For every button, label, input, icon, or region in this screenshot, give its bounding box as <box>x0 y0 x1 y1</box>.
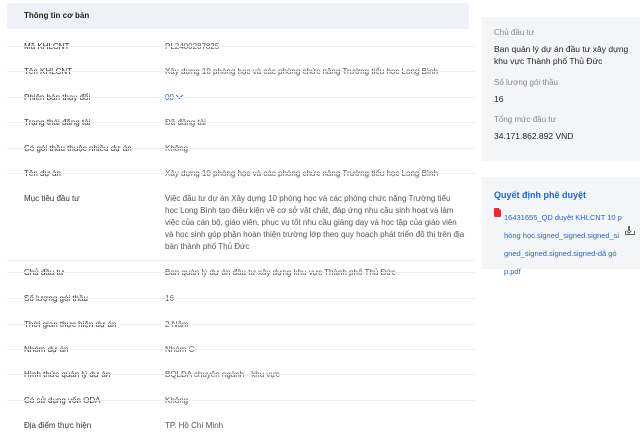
field-value: 2 Năm <box>165 320 189 329</box>
basic-info-panel: Thông tin cơ bản Mã KHLCNT PL2400287825 … <box>7 3 475 437</box>
field-value: Đã đăng tải <box>165 118 206 127</box>
section-title: Thông tin cơ bản <box>7 3 469 29</box>
field-value: Xây dựng 10 phòng học và các phòng chức … <box>165 169 439 178</box>
investor-label: Chủ đầu tư <box>494 28 535 37</box>
total-value: 34.171.862.892 VND <box>494 131 574 141</box>
field-value: Ban quản lý dự án đầu tư xây dựng khu vự… <box>165 268 396 277</box>
field-value: Nhóm C <box>165 345 195 354</box>
version-value: 00 <box>165 93 174 102</box>
field-objective: Mục tiêu đầu tư Việc đầu tư dự án Xây dự… <box>7 193 475 261</box>
field-value: Không <box>165 144 189 153</box>
field-value: 16 <box>165 294 174 303</box>
pdf-file-icon <box>494 208 501 217</box>
field-label: Trạng thái đăng tải <box>24 118 91 127</box>
field-value: PL2400287825 <box>165 42 220 51</box>
total-label: Tổng mức đầu tư <box>494 115 556 124</box>
field-label: Thời gian thực hiện dự án <box>24 320 117 329</box>
field-label: Mục tiêu đầu tư <box>24 194 80 203</box>
packages-label: Số lượng gói thầu <box>494 78 558 87</box>
field-value: TP. Hồ Chí Minh <box>165 421 224 430</box>
chevron-down-icon <box>175 91 183 100</box>
summary-panel: Chủ đầu tư Ban quản lý dự án đầu tư xây … <box>482 17 640 161</box>
field-label: Nhóm dự án <box>24 345 69 354</box>
field-label: Có sử dụng vốn ODA <box>24 396 101 405</box>
field-label: Địa điểm thực hiện <box>24 421 92 430</box>
field-label: Có gói thầu thuộc nhiều dự án <box>24 144 132 153</box>
field-value: Việc đầu tư dự án Xây dựng 10 phòng học … <box>165 194 465 251</box>
investor-value: Ban quản lý dự án đầu tư xây dựng khu vự… <box>494 44 629 66</box>
field-label: Chủ đầu tư <box>24 268 65 277</box>
field-label: Tên dự án <box>24 169 61 178</box>
field-label: Hình thức quản lý dự án <box>24 370 111 379</box>
field-label: Tên KHLCNT <box>24 67 73 76</box>
decision-file: 16431655_QD duyệt KHLCNT 10 phòng học.si… <box>494 207 635 279</box>
field-label: Mã KHLCNT <box>24 42 70 51</box>
field-value: BQLDA chuyên ngành - khu vực <box>165 370 280 379</box>
version-select[interactable]: 00 <box>165 91 470 104</box>
field-value: Không <box>165 396 189 405</box>
decision-panel: Quyết định phê duyệt 16431655_QD duyệt K… <box>482 177 640 276</box>
packages-value: 16 <box>494 94 504 104</box>
field-label: Số lượng gói thầu <box>24 294 88 303</box>
field-label: Phiên bản thay đổi <box>24 93 91 102</box>
decision-title: Quyết định phê duyệt <box>494 190 587 200</box>
decision-file-link[interactable]: 16431655_QD duyệt KHLCNT 10 phòng học.si… <box>504 213 622 276</box>
field-value: Xây dựng 10 phòng học và các phòng chức … <box>165 67 439 76</box>
